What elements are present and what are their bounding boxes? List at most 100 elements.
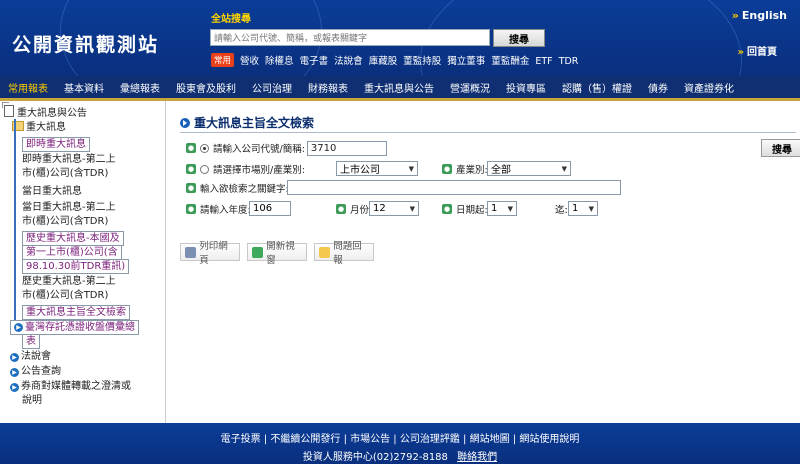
- report-issue-button[interactable]: 問題回報: [314, 241, 374, 266]
- nav-item-securitization[interactable]: 資產證券化: [676, 80, 742, 95]
- quick-link[interactable]: 庫藏股: [369, 56, 398, 67]
- industry-row: ● 產業別:: [442, 160, 488, 178]
- quick-links: 營收 除權息 電子書 法說會 庫藏股 董監持股 獨立董事 董監酬金 ETF TD…: [240, 53, 581, 67]
- double-arrow-icon: »: [737, 47, 744, 58]
- nav-item-summary[interactable]: 彙總報表: [112, 80, 168, 95]
- company-row: ● 請輸入公司代號/簡稱: 3710: [186, 139, 387, 157]
- site-header: 公開資訊觀測站 全站搜尋 搜尋 常用 營收 除權息 電子書 法說會 庫藏股 董監…: [0, 0, 800, 76]
- footer-link[interactable]: 網站地圖: [470, 434, 510, 445]
- sidebar-item[interactable]: 重大訊息主旨全文檢索: [22, 305, 130, 320]
- nav-item-warrants[interactable]: 認購（售）權證: [554, 80, 640, 95]
- caret-down-icon: ▼: [409, 204, 415, 213]
- quick-link[interactable]: 董監酬金: [491, 56, 529, 67]
- caret-down-icon: ▼: [561, 164, 567, 173]
- envelope-icon: [319, 246, 331, 258]
- nav-item-bonds[interactable]: 債券: [640, 80, 676, 95]
- keyword-input[interactable]: [287, 180, 621, 195]
- footer-link[interactable]: 電子投票: [221, 434, 261, 445]
- sidebar-item[interactable]: 第一上市(櫃)公司(含: [22, 245, 122, 260]
- date-from-select[interactable]: 1 ▼: [487, 201, 517, 216]
- sidebar-root[interactable]: 重大訊息與公告: [2, 102, 87, 120]
- footer-link[interactable]: 不繼續公開發行: [270, 434, 340, 445]
- bullet-icon: ●: [336, 204, 346, 214]
- site-search-label: 全站搜尋: [211, 14, 251, 25]
- nav-item-governance[interactable]: 公司治理: [244, 80, 300, 95]
- arrow-right-icon: ▶: [10, 353, 19, 362]
- new-window-icon: [252, 246, 264, 258]
- sidebar-item[interactable]: 即時重大訊息: [22, 137, 90, 152]
- page-title: 重大訊息主旨全文檢索: [180, 114, 314, 131]
- sidebar-item[interactable]: 市(櫃)公司(含TDR): [22, 289, 108, 302]
- submit-search-button[interactable]: 搜尋: [761, 139, 800, 157]
- keyword-label: 輸入欲檢索之關鍵字:: [200, 184, 289, 195]
- market-radio[interactable]: [200, 164, 209, 174]
- sidebar-item[interactable]: 當日重大訊息-第二上: [22, 201, 116, 214]
- footer-links: 電子投票 | 不繼續公開發行 | 市場公告 | 公司治理評鑑 | 網站地圖 | …: [220, 434, 580, 445]
- document-icon: [2, 102, 14, 117]
- nav-item-investment[interactable]: 投資專區: [498, 80, 554, 95]
- main-nav: 常用報表 基本資料 彙總報表 股東會及股利 公司治理 財務報表 重大訊息與公告 …: [0, 76, 800, 98]
- quick-link[interactable]: 法說會: [334, 56, 363, 67]
- quick-link[interactable]: 電子書: [300, 56, 329, 67]
- sidebar-group[interactable]: ▶ 公告查詢: [10, 365, 61, 378]
- sidebar-group[interactable]: ▶ 券商對媒體轉載之澄清或: [10, 380, 131, 393]
- nav-item-common[interactable]: 常用報表: [0, 80, 56, 95]
- date-to-label: 迄:: [555, 205, 568, 216]
- quick-link[interactable]: 獨立董事: [447, 56, 485, 67]
- bullet-icon: ●: [186, 143, 196, 153]
- market-select[interactable]: 上市公司 ▼: [336, 161, 418, 176]
- sidebar-group[interactable]: ▶ 臺灣存託憑證收盤價彙總: [10, 320, 139, 335]
- site-search-button[interactable]: 搜尋: [493, 29, 545, 47]
- company-label: 請輸入公司代號/簡稱:: [213, 144, 305, 155]
- title-divider: [180, 132, 796, 133]
- print-button[interactable]: 列印網頁: [180, 241, 240, 266]
- market-row: ● 請選擇市場別/產業別:: [186, 160, 305, 178]
- quick-link[interactable]: ETF: [535, 56, 552, 67]
- sidebar-item[interactable]: 歷史重大訊息-第二上: [22, 275, 116, 288]
- nav-item-announcements[interactable]: 重大訊息與公告: [356, 80, 442, 95]
- footer-contact: 投資人服務中心(02)2792-8188 聯絡我們: [0, 448, 800, 463]
- month-select[interactable]: 12 ▼: [369, 201, 419, 216]
- nav-item-financial[interactable]: 財務報表: [300, 80, 356, 95]
- sidebar-item[interactable]: 98.10.30前TDR重訊): [22, 259, 130, 274]
- sidebar-folder[interactable]: 重大訊息: [12, 121, 66, 134]
- english-link[interactable]: » English: [732, 9, 787, 22]
- sidebar-group-line[interactable]: 說明: [22, 394, 42, 407]
- year-label: 請輸入年度:: [200, 205, 251, 216]
- company-input[interactable]: 3710: [306, 140, 387, 156]
- nav-item-basic[interactable]: 基本資料: [56, 80, 112, 95]
- contact-us-link[interactable]: 聯絡我們: [457, 452, 497, 463]
- date-to-select[interactable]: 1 ▼: [568, 201, 598, 216]
- quick-link[interactable]: 除權息: [265, 56, 294, 67]
- site-search-input[interactable]: [210, 29, 490, 46]
- company-radio[interactable]: [200, 143, 209, 153]
- industry-label: 產業別:: [456, 165, 488, 176]
- home-link[interactable]: » 回首頁: [738, 43, 777, 58]
- sidebar-item[interactable]: 市(櫃)公司(含TDR): [22, 215, 108, 228]
- quick-link[interactable]: 營收: [240, 56, 259, 67]
- site-logo[interactable]: 公開資訊觀測站: [12, 30, 159, 57]
- site-footer: 電子投票 | 不繼續公開發行 | 市場公告 | 公司治理評鑑 | 網站地圖 | …: [0, 423, 800, 464]
- footer-link[interactable]: 網站使用說明: [519, 434, 579, 445]
- quick-link[interactable]: 董監持股: [403, 56, 441, 67]
- footer-link[interactable]: 公司治理評鑑: [400, 434, 460, 445]
- year-input[interactable]: 106: [249, 201, 291, 216]
- sidebar-group-line[interactable]: 表: [22, 334, 40, 349]
- sidebar-item[interactable]: 市(櫃)公司(含TDR): [22, 167, 108, 180]
- bullet-icon: ●: [442, 164, 452, 174]
- arrow-right-icon: ▶: [10, 368, 19, 377]
- new-window-button[interactable]: 開新視窗: [247, 241, 307, 266]
- play-icon: [180, 117, 190, 128]
- market-label: 請選擇市場別/產業別:: [213, 165, 305, 176]
- sidebar-item[interactable]: 歷史重大訊息-本國及: [22, 231, 124, 246]
- nav-item-operations[interactable]: 營運概況: [442, 80, 498, 95]
- sidebar-item[interactable]: 當日重大訊息: [22, 185, 82, 198]
- bullet-icon: ●: [186, 204, 196, 214]
- sidebar-group[interactable]: ▶ 法說會: [10, 350, 51, 363]
- sidebar-item[interactable]: 即時重大訊息-第二上: [22, 153, 116, 166]
- industry-select[interactable]: 全部 ▼: [487, 161, 571, 176]
- nav-item-shareholders[interactable]: 股東會及股利: [168, 80, 244, 95]
- quick-link[interactable]: TDR: [559, 56, 579, 67]
- footer-link[interactable]: 市場公告: [350, 434, 390, 445]
- caret-down-icon: ▼: [588, 204, 594, 213]
